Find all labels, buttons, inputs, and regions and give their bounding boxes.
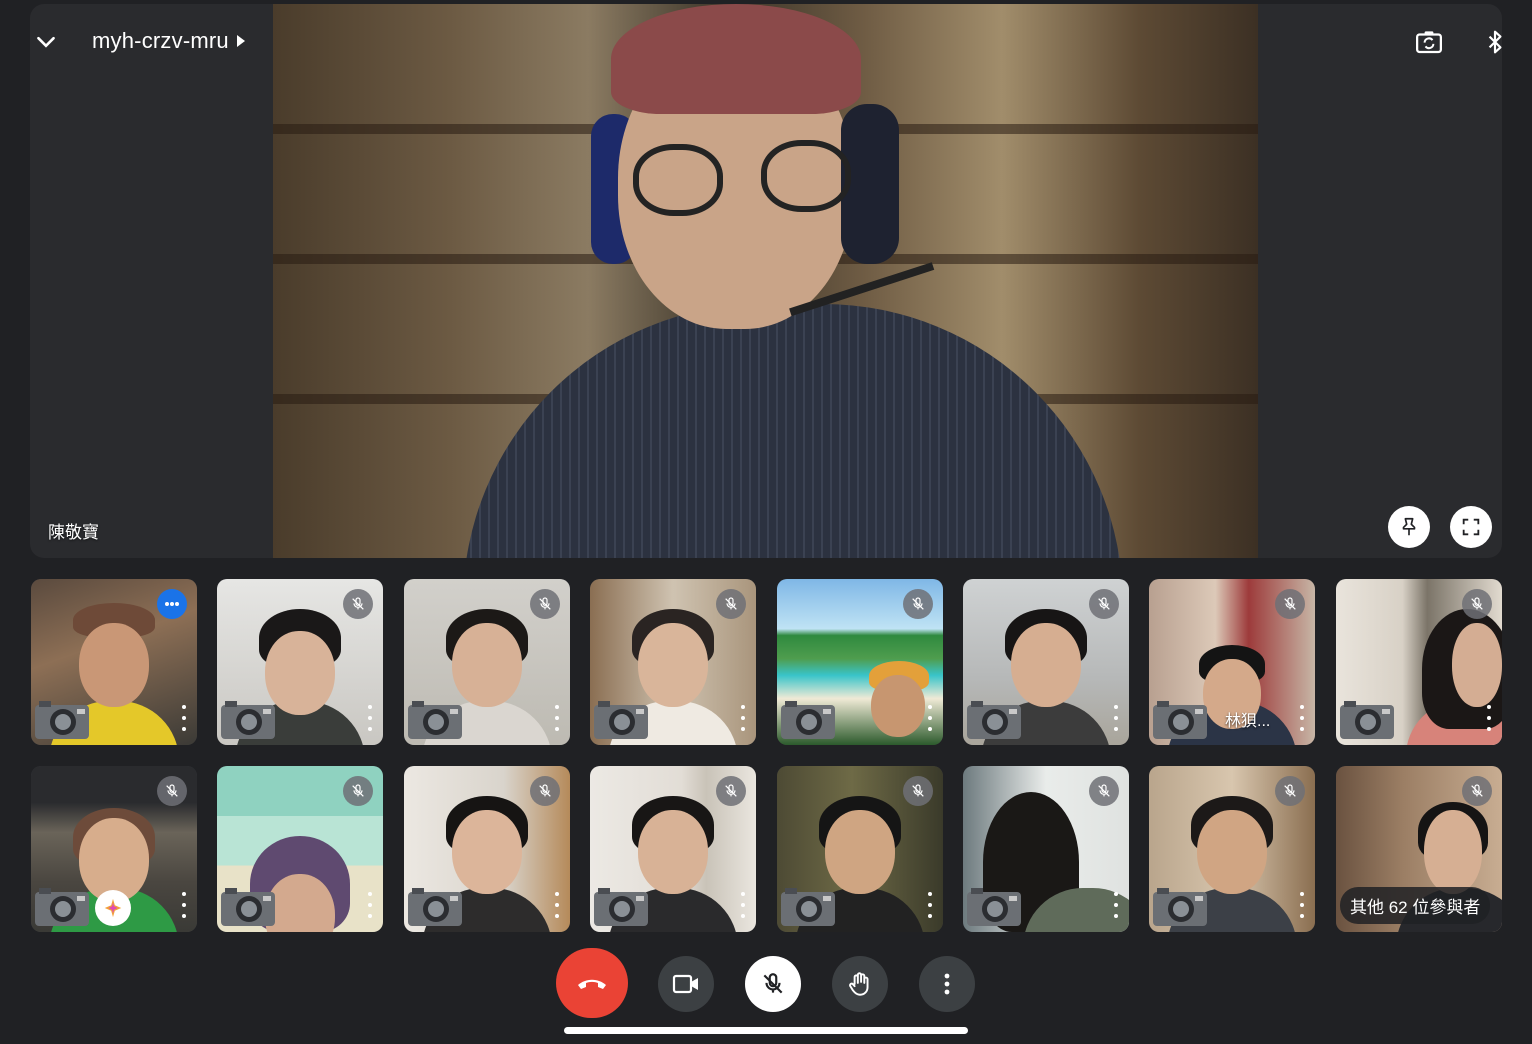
mic-off-icon xyxy=(1275,776,1305,806)
tile-more-options[interactable] xyxy=(736,705,750,731)
tile-more-options[interactable] xyxy=(1295,892,1309,918)
camera-sticker-icon xyxy=(594,888,648,926)
others-count-label: 其他 62 位參與者 xyxy=(1340,887,1491,924)
mic-off-icon xyxy=(1089,589,1119,619)
camera-flip-icon[interactable] xyxy=(1411,24,1447,60)
camera-sticker-icon xyxy=(781,888,835,926)
raise-hand-button[interactable] xyxy=(832,956,888,1012)
tile-more-options[interactable] xyxy=(1109,705,1123,731)
mic-off-icon xyxy=(1089,776,1119,806)
tile-more-options[interactable] xyxy=(177,705,191,731)
tile-more-options[interactable] xyxy=(550,705,564,731)
camera-sticker-icon xyxy=(1340,701,1394,739)
camera-sticker-icon xyxy=(781,701,835,739)
participant-name: 林狽... xyxy=(1225,713,1271,730)
camera-sticker-icon xyxy=(408,701,462,739)
tile-more-options[interactable] xyxy=(550,892,564,918)
more-options-badge[interactable] xyxy=(157,589,187,619)
meeting-code-button[interactable]: myh-crzv-mru xyxy=(92,28,245,54)
mic-off-icon xyxy=(716,776,746,806)
fullscreen-button[interactable] xyxy=(1450,506,1492,548)
tile-more-options[interactable] xyxy=(923,892,937,918)
mic-off-icon xyxy=(343,776,373,806)
participant-tile[interactable] xyxy=(404,579,570,745)
mic-off-icon xyxy=(903,776,933,806)
phone-hangup-icon xyxy=(578,979,606,989)
camera-sticker-icon xyxy=(35,888,89,926)
camera-toggle-button[interactable] xyxy=(658,956,714,1012)
caret-right-icon xyxy=(236,35,245,47)
camera-sticker-icon xyxy=(967,888,1021,926)
fullscreen-icon xyxy=(1462,518,1480,536)
camera-sticker-icon xyxy=(1153,701,1207,739)
camera-sticker-icon xyxy=(1153,888,1207,926)
home-indicator[interactable] xyxy=(564,1027,968,1034)
tile-more-options[interactable] xyxy=(1295,705,1309,731)
tile-more-options[interactable] xyxy=(1482,705,1496,731)
mic-off-icon xyxy=(530,589,560,619)
mic-toggle-button[interactable] xyxy=(745,956,801,1012)
tile-more-options[interactable] xyxy=(177,892,191,918)
sparkle-effects-icon[interactable] xyxy=(95,890,131,926)
camera-sticker-icon xyxy=(221,701,275,739)
mic-off-icon xyxy=(716,589,746,619)
tile-more-options[interactable] xyxy=(363,892,377,918)
participant-tile[interactable] xyxy=(777,579,943,745)
participant-tile[interactable] xyxy=(1149,766,1315,932)
others-participants-tile[interactable]: 其他 62 位參與者 xyxy=(1336,766,1502,932)
mic-off-icon xyxy=(343,589,373,619)
participant-tile[interactable] xyxy=(777,766,943,932)
more-options-button[interactable] xyxy=(919,956,975,1012)
mic-off-icon xyxy=(903,589,933,619)
camera-sticker-icon xyxy=(967,701,1021,739)
participant-tile[interactable] xyxy=(31,766,197,932)
camera-sticker-icon xyxy=(408,888,462,926)
participant-tile[interactable] xyxy=(217,766,383,932)
camera-sticker-icon xyxy=(594,701,648,739)
bluetooth-icon[interactable] xyxy=(1477,24,1513,60)
participant-tile[interactable]: 林狽... xyxy=(1149,579,1315,745)
mic-off-icon xyxy=(157,776,187,806)
main-speaker-tile[interactable]: 陳敬寶 xyxy=(30,4,1502,558)
mic-off-icon xyxy=(1462,776,1492,806)
pin-icon xyxy=(1402,517,1416,536)
camera-sticker-icon xyxy=(221,888,275,926)
participant-tile[interactable] xyxy=(590,579,756,745)
more-vertical-icon xyxy=(944,973,950,995)
participant-tile[interactable] xyxy=(31,579,197,745)
mic-off-icon xyxy=(1275,589,1305,619)
participant-tile[interactable] xyxy=(404,766,570,932)
chevron-down-icon[interactable] xyxy=(30,26,62,58)
participant-tile[interactable] xyxy=(963,579,1129,745)
tile-more-options[interactable] xyxy=(363,705,377,731)
tile-more-options[interactable] xyxy=(923,705,937,731)
main-speaker-video xyxy=(273,4,1258,558)
mic-off-icon xyxy=(763,973,783,994)
meeting-code: myh-crzv-mru xyxy=(92,28,229,53)
mic-off-icon xyxy=(530,776,560,806)
top-bar: myh-crzv-mru xyxy=(0,0,1532,84)
participant-tile[interactable] xyxy=(1336,579,1502,745)
end-call-button[interactable] xyxy=(556,948,628,1018)
speaker-name: 陳敬寶 xyxy=(48,523,99,542)
tile-more-options[interactable] xyxy=(736,892,750,918)
tile-more-options[interactable] xyxy=(1109,892,1123,918)
mic-off-icon xyxy=(1462,589,1492,619)
participant-tile[interactable] xyxy=(963,766,1129,932)
participant-tile[interactable] xyxy=(590,766,756,932)
participant-tile[interactable] xyxy=(217,579,383,745)
video-camera-icon xyxy=(672,974,698,994)
pin-button[interactable] xyxy=(1388,506,1430,548)
hand-icon xyxy=(849,972,869,996)
camera-sticker-icon xyxy=(35,701,89,739)
